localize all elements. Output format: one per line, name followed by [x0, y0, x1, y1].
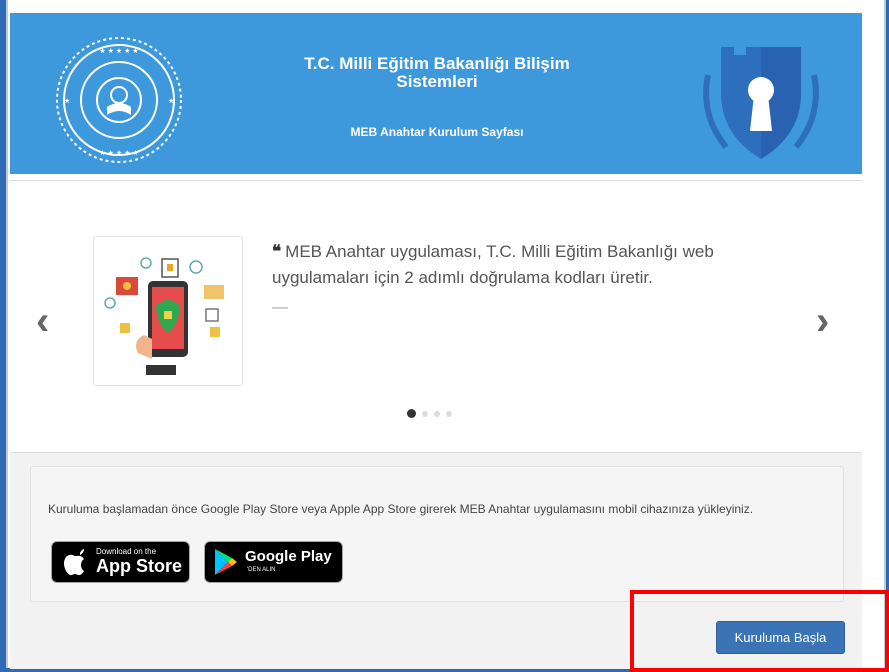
header-subtitle: MEB Anahtar Kurulum Sayfası [350, 125, 524, 139]
svg-text:★ ★ ★ ★ ★: ★ ★ ★ ★ ★ [99, 149, 138, 157]
svg-text:★: ★ [64, 97, 70, 105]
carousel-next-icon[interactable]: › [816, 301, 829, 341]
google-play-icon [215, 549, 237, 575]
apple-icon [64, 549, 84, 576]
quote-icon: ❝ [272, 242, 282, 261]
slide-illustration [93, 236, 243, 386]
header-title: T.C. Milli Eğitim Bakanlığı Bilişim Sist… [304, 54, 570, 91]
carousel-indicators [407, 409, 452, 418]
app-store-big-text: App Store [96, 556, 183, 576]
google-play-small-text: 'DEN ALIN [247, 567, 276, 573]
install-instructions-box: Kuruluma başlamadan önce Google Play Sto… [30, 466, 844, 602]
slide-quote-text: MEB Anahtar uygulaması, T.C. Milli Eğiti… [272, 242, 714, 287]
carousel-dot[interactable] [407, 409, 416, 418]
carousel-prev-icon[interactable]: ‹ [36, 301, 49, 341]
carousel-dot[interactable] [434, 410, 440, 417]
app-store-small-text: Download on the [96, 547, 157, 556]
carousel-dot[interactable] [446, 410, 452, 417]
install-section: Kuruluma başlamadan önce Google Play Sto… [10, 452, 862, 669]
slide-dash: — [272, 299, 288, 316]
google-play-big-text: Google Play [245, 548, 332, 565]
header-banner: ★ ★ ★ ★ ★ ★ ★ ★ ★ ★ ★ ★ T.C. Milli Eğiti… [10, 13, 862, 174]
start-install-button[interactable]: Kuruluma Başla [716, 621, 845, 654]
install-instructions: Kuruluma başlamadan önce Google Play Sto… [48, 502, 754, 516]
shield-keyhole-icon [703, 47, 819, 159]
svg-text:★: ★ [168, 97, 174, 105]
google-play-badge[interactable]: Google Play 'DEN ALIN [204, 541, 343, 583]
app-store-badge[interactable]: Download on the App Store [51, 541, 190, 583]
feature-carousel: ‹ ❝ MEB Anahtar uygulaması, T.C. Milli Eğ… [10, 180, 862, 453]
svg-text:★ ★ ★ ★ ★: ★ ★ ★ ★ ★ [99, 47, 138, 55]
phone-security-icon [104, 257, 224, 375]
slide-quote: ❝ MEB Anahtar uygulaması, T.C. Milli Eğit… [272, 239, 792, 291]
carousel-dot[interactable] [422, 410, 428, 417]
ministry-emblem-icon: ★ ★ ★ ★ ★ ★ ★ ★ ★ ★ ★ ★ [56, 37, 182, 163]
